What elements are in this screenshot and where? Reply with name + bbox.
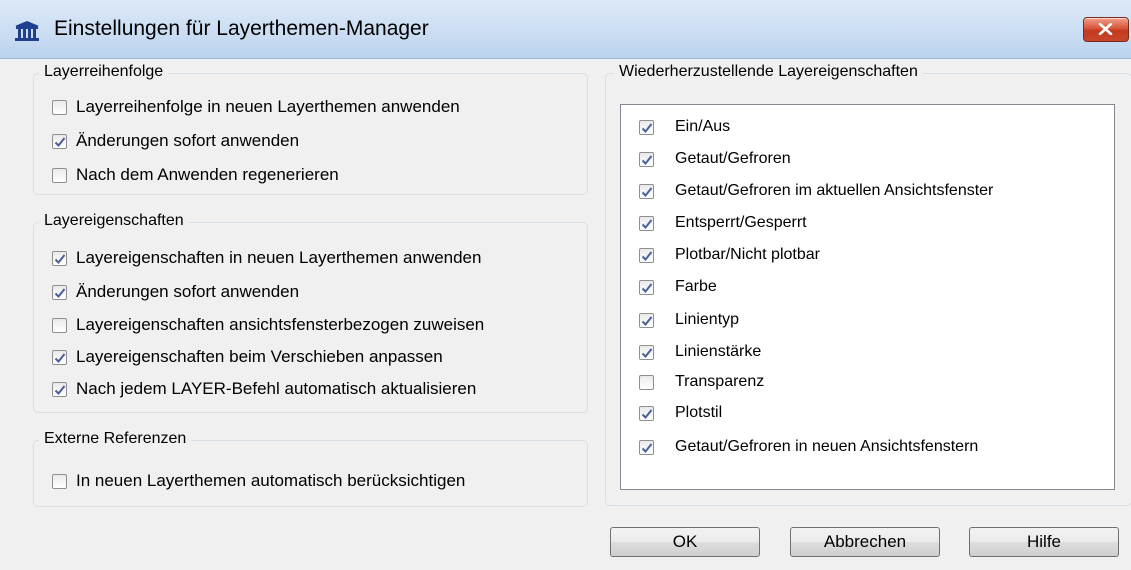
list-item-transparency[interactable]: Transparenz: [621, 369, 764, 395]
checkbox-label: Layerreihenfolge in neuen Layerthemen an…: [76, 97, 460, 116]
list-item-label: Getaut/Gefroren im aktuellen Ansichtsfen…: [675, 182, 994, 199]
checkmark-icon: [54, 136, 66, 147]
close-button[interactable]: [1083, 17, 1129, 42]
list-item-label: Transparenz: [675, 373, 765, 390]
checkbox-row-regenerate[interactable]: Nach dem Anwenden regenerieren: [52, 163, 339, 187]
checkbox[interactable]: [52, 349, 67, 365]
checkbox-label: Nach jedem LAYER-Befehl automatisch aktu…: [76, 379, 477, 398]
list-item-label: Getaut/Gefroren in neuen Ansichtsfenster…: [675, 438, 979, 455]
checkbox[interactable]: [52, 99, 67, 115]
checkbox-row-props-apply-now[interactable]: Änderungen sofort anwenden: [52, 280, 299, 304]
building-icon: [14, 20, 40, 42]
list-item-plottable[interactable]: Plotbar/Nicht plotbar: [621, 242, 820, 268]
checkbox-label: Layereigenschaften ansichtsfensterbezoge…: [76, 315, 485, 334]
list-item-label: Linientyp: [675, 311, 740, 328]
list-item-lock-unlock[interactable]: Entsperrt/Gesperrt: [621, 210, 807, 236]
checkbox[interactable]: [639, 119, 654, 135]
checkbox-label: Layereigenschaften beim Verschieben anpa…: [76, 347, 443, 366]
window-title: Einstellungen für Layerthemen-Manager: [54, 17, 429, 40]
cancel-button[interactable]: Abbrechen: [790, 527, 940, 557]
checkbox[interactable]: [52, 284, 67, 300]
checkbox[interactable]: [639, 344, 654, 360]
dialog-window: Einstellungen für Layerthemen-Manager La…: [0, 0, 1131, 570]
checkmark-icon: [641, 186, 653, 197]
list-item-label: Plotstil: [675, 404, 723, 421]
checkbox-row-layer-order-apply-now[interactable]: Änderungen sofort anwenden: [52, 129, 299, 153]
list-item-on-off[interactable]: Ein/Aus: [621, 114, 730, 140]
checkbox[interactable]: [639, 279, 654, 295]
list-item-thaw-freeze[interactable]: Getaut/Gefroren: [621, 146, 791, 172]
checkbox-label: Änderungen sofort anwenden: [76, 131, 300, 150]
list-item-label: Plotbar/Nicht plotbar: [675, 246, 820, 263]
help-button[interactable]: Hilfe: [969, 527, 1119, 557]
checkbox-row-layer-order-new-themes[interactable]: Layerreihenfolge in neuen Layerthemen an…: [52, 95, 460, 119]
list-item-label: Getaut/Gefroren: [675, 150, 791, 167]
checkbox[interactable]: [639, 247, 654, 263]
list-item-label: Farbe: [675, 278, 717, 295]
checkbox-label: In neuen Layerthemen automatisch berücks…: [76, 471, 466, 490]
checkmark-icon: [54, 352, 66, 363]
list-item-color[interactable]: Farbe: [621, 274, 717, 300]
list-item-thaw-freeze-current-viewport[interactable]: Getaut/Gefroren im aktuellen Ansichtsfen…: [621, 178, 993, 204]
checkmark-icon: [641, 408, 653, 419]
checkbox-label: Layereigenschaften in neuen Layerthemen …: [76, 248, 482, 267]
checkbox[interactable]: [639, 312, 654, 328]
list-item-lineweight[interactable]: Linienstärke: [621, 339, 761, 365]
checkbox[interactable]: [639, 374, 654, 390]
checkmark-icon: [641, 154, 653, 165]
checkmark-icon: [54, 287, 66, 298]
checkbox-row-props-viewport[interactable]: Layereigenschaften ansichtsfensterbezoge…: [52, 313, 484, 337]
checkmark-icon: [641, 282, 653, 293]
checkbox[interactable]: [639, 151, 654, 167]
checkmark-icon: [641, 218, 653, 229]
group-title-xrefs: Externe Referenzen: [39, 430, 192, 448]
checkmark-icon: [54, 253, 66, 264]
checkbox[interactable]: [52, 133, 67, 149]
restore-properties-list[interactable]: Ein/Aus Getaut/Gefroren Getaut/Gefroren …: [620, 104, 1115, 490]
list-item-label: Ein/Aus: [675, 118, 731, 135]
checkmark-icon: [641, 250, 653, 261]
list-item-plot-style[interactable]: Plotstil: [621, 400, 722, 426]
checkbox[interactable]: [52, 317, 67, 333]
close-icon: [1098, 23, 1113, 35]
checkbox[interactable]: [52, 250, 67, 266]
checkbox-row-props-auto-update[interactable]: Nach jedem LAYER-Befehl automatisch aktu…: [52, 377, 476, 401]
checkbox[interactable]: [639, 215, 654, 231]
checkmark-icon: [54, 384, 66, 395]
checkbox-row-props-new-themes[interactable]: Layereigenschaften in neuen Layerthemen …: [52, 246, 481, 270]
list-item-label: Linienstärke: [675, 343, 762, 360]
checkbox-label: Änderungen sofort anwenden: [76, 282, 300, 301]
title-bar[interactable]: Einstellungen für Layerthemen-Manager: [0, 0, 1131, 59]
checkbox[interactable]: [52, 473, 67, 489]
checkmark-icon: [641, 442, 653, 453]
checkbox[interactable]: [639, 183, 654, 199]
checkbox[interactable]: [639, 439, 654, 455]
checkbox-row-xrefs-auto[interactable]: In neuen Layerthemen automatisch berücks…: [52, 469, 465, 493]
group-title-restore-properties: Wiederherzustellende Layereigenschaften: [614, 63, 923, 81]
list-item-label: Entsperrt/Gesperrt: [675, 214, 807, 231]
checkbox[interactable]: [52, 167, 67, 183]
checkmark-icon: [641, 122, 653, 133]
ok-button[interactable]: OK: [610, 527, 760, 557]
list-item-linetype[interactable]: Linientyp: [621, 307, 739, 333]
checkbox-row-props-move-adjust[interactable]: Layereigenschaften beim Verschieben anpa…: [52, 345, 443, 369]
group-title-layer-properties: Layereigenschaften: [39, 212, 189, 230]
checkmark-icon: [641, 347, 653, 358]
list-item-thaw-freeze-new-viewports[interactable]: Getaut/Gefroren in neuen Ansichtsfenster…: [621, 434, 978, 460]
checkbox[interactable]: [52, 381, 67, 397]
checkmark-icon: [641, 315, 653, 326]
group-title-layer-order: Layerreihenfolge: [39, 63, 169, 81]
checkbox-label: Nach dem Anwenden regenerieren: [76, 165, 339, 184]
checkbox[interactable]: [639, 405, 654, 421]
